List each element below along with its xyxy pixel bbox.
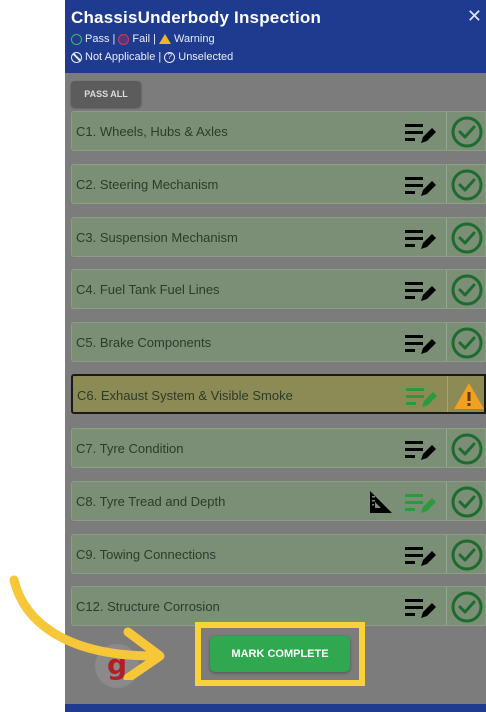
checklist-item[interactable]: C7. Tyre Condition bbox=[71, 428, 486, 468]
checklist-item[interactable]: C4. Fuel Tank Fuel Lines bbox=[71, 269, 486, 309]
note-edit-icon[interactable] bbox=[405, 122, 437, 149]
checklist-item-label: C4. Fuel Tank Fuel Lines bbox=[76, 282, 220, 297]
legend-row-1: Pass | Fail | Warning bbox=[71, 33, 215, 45]
divider bbox=[446, 218, 447, 256]
checklist-item[interactable]: C9. Towing Connections bbox=[71, 534, 486, 574]
checklist-item-label: C2. Steering Mechanism bbox=[76, 177, 219, 192]
divider bbox=[446, 112, 447, 150]
legend-not-applicable: Not Applicable | bbox=[85, 51, 162, 63]
checklist-item[interactable]: C6. Exhaust System & Visible Smoke bbox=[71, 374, 486, 414]
checklist-item[interactable]: C5. Brake Components bbox=[71, 322, 486, 362]
checklist-item-label: C9. Towing Connections bbox=[76, 547, 216, 562]
divider bbox=[446, 535, 447, 573]
divider bbox=[447, 376, 448, 412]
pass-status-icon[interactable] bbox=[451, 327, 483, 364]
pass-status-icon[interactable] bbox=[451, 274, 483, 311]
note-edit-icon[interactable] bbox=[405, 280, 437, 307]
divider bbox=[446, 482, 447, 520]
pass-status-icon[interactable] bbox=[451, 539, 483, 576]
note-edit-icon[interactable] bbox=[405, 545, 437, 572]
checklist-item-label: C1. Wheels, Hubs & Axles bbox=[76, 124, 228, 139]
note-edit-icon[interactable] bbox=[405, 597, 437, 624]
checklist-item-label: C3. Suspension Mechanism bbox=[76, 230, 238, 245]
checklist-item[interactable]: C8. Tyre Tread and Depth bbox=[71, 481, 486, 521]
checklist-item[interactable]: C1. Wheels, Hubs & Axles bbox=[71, 111, 486, 151]
pass-status-icon[interactable] bbox=[451, 222, 483, 259]
warning-icon bbox=[159, 34, 172, 44]
pass-icon bbox=[71, 33, 82, 45]
not-applicable-icon bbox=[71, 51, 82, 63]
pass-status-icon[interactable] bbox=[451, 591, 483, 628]
note-edit-icon[interactable] bbox=[406, 386, 438, 413]
divider bbox=[446, 165, 447, 203]
checklist-item-label: C6. Exhaust System & Visible Smoke bbox=[77, 388, 293, 403]
measure-icon[interactable] bbox=[368, 489, 394, 520]
checklist-item-label: C8. Tyre Tread and Depth bbox=[76, 494, 226, 509]
pass-status-icon[interactable] bbox=[451, 486, 483, 523]
checklist-item[interactable]: C2. Steering Mechanism bbox=[71, 164, 486, 204]
divider bbox=[446, 270, 447, 308]
dialog-header: ChassisUnderbody Inspection ✕ Pass | Fai… bbox=[65, 0, 486, 73]
warning-status-icon[interactable] bbox=[452, 380, 486, 417]
unselected-icon: ? bbox=[164, 51, 176, 63]
divider bbox=[446, 323, 447, 361]
pass-status-icon[interactable] bbox=[451, 169, 483, 206]
checklist-item-label: C7. Tyre Condition bbox=[76, 441, 184, 456]
pass-status-icon[interactable] bbox=[451, 116, 483, 153]
pass-status-icon[interactable] bbox=[451, 433, 483, 470]
divider bbox=[446, 587, 447, 625]
legend-fail: Fail | bbox=[132, 33, 157, 45]
note-edit-icon[interactable] bbox=[405, 175, 437, 202]
note-edit-icon[interactable] bbox=[405, 228, 437, 255]
legend-unselected: Unselected bbox=[178, 51, 234, 63]
bottom-bar bbox=[65, 704, 486, 712]
dialog-title: ChassisUnderbody Inspection bbox=[71, 8, 322, 27]
legend-row-2: Not Applicable | ? Unselected bbox=[71, 51, 233, 63]
pass-all-button[interactable]: PASS ALL bbox=[71, 81, 141, 107]
fail-icon bbox=[118, 33, 130, 45]
checklist-item[interactable]: C3. Suspension Mechanism bbox=[71, 217, 486, 257]
note-edit-icon[interactable] bbox=[405, 439, 437, 466]
mark-complete-button[interactable]: MARK COMPLETE bbox=[210, 636, 350, 672]
note-edit-icon[interactable] bbox=[405, 492, 437, 519]
divider bbox=[446, 429, 447, 467]
note-edit-icon[interactable] bbox=[405, 333, 437, 360]
legend-warning: Warning bbox=[174, 33, 215, 45]
tutorial-arrow-icon bbox=[9, 575, 165, 680]
close-icon[interactable]: ✕ bbox=[467, 6, 482, 27]
legend-pass: Pass | bbox=[85, 33, 116, 45]
checklist-item-label: C5. Brake Components bbox=[76, 335, 212, 350]
